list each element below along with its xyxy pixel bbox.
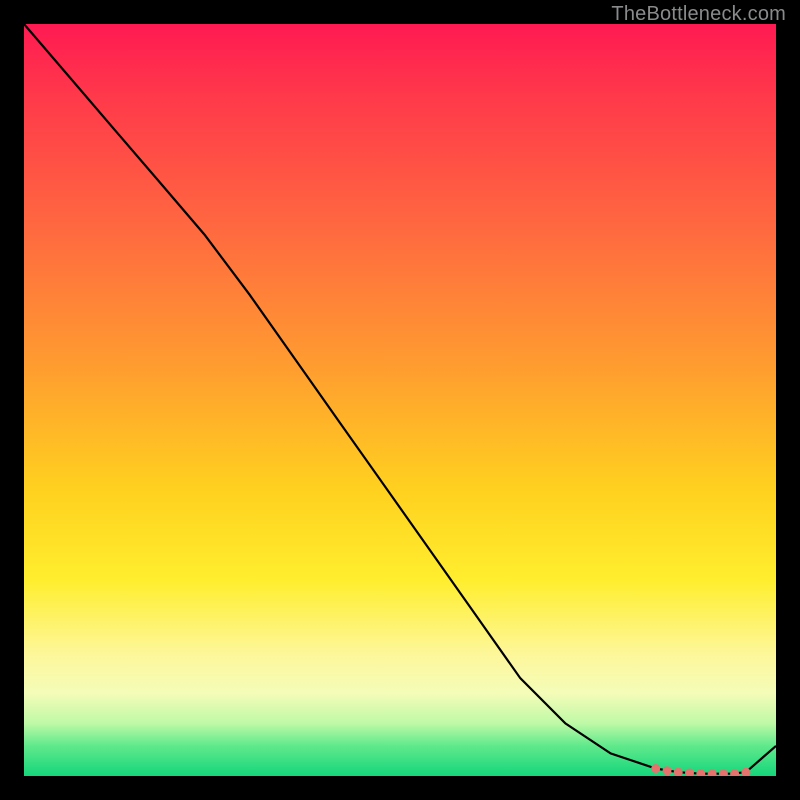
attribution-watermark: TheBottleneck.com — [611, 3, 786, 26]
plot-gradient-background — [24, 24, 776, 776]
chart-surface: TheBottleneck.com — [0, 0, 800, 800]
